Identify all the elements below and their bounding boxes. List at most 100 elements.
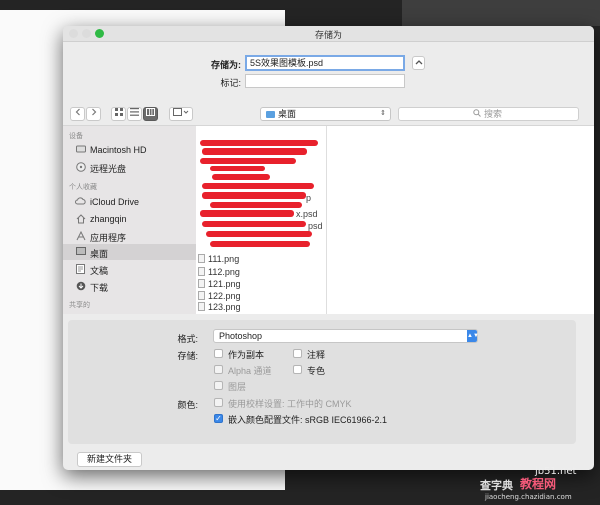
watermark-left: 查字典 <box>480 479 513 492</box>
sidebar-item-label: 应用程序 <box>90 233 127 243</box>
sidebar-item-label: 下载 <box>90 283 109 293</box>
file-icon <box>198 254 205 263</box>
notes-checkbox[interactable] <box>293 349 302 358</box>
column-view-button[interactable] <box>143 107 158 121</box>
desktop-icon <box>75 247 86 257</box>
sidebar-item-documents[interactable]: 文稿 <box>63 261 196 277</box>
redaction-mark <box>202 183 314 189</box>
file-icon <box>198 291 205 300</box>
chevron-up-icon <box>415 60 422 65</box>
sidebar-item-downloads[interactable]: 下载 <box>63 278 196 294</box>
file-item[interactable]: 111.png <box>198 254 239 266</box>
new-folder-button[interactable]: 新建文件夹 <box>77 452 142 467</box>
icon-view-icon <box>114 108 123 116</box>
sidebar-heading-devices: 设备 <box>69 133 83 140</box>
redaction-mark <box>210 166 265 171</box>
options-panel: 格式: Photoshop ▲▼ 存储: 作为副本 注释 Alpha 通道 专色… <box>68 320 576 444</box>
search-icon <box>473 109 481 120</box>
redaction-mark <box>212 174 270 180</box>
proof-setup-checkbox[interactable] <box>214 398 223 407</box>
redaction-mark <box>200 158 296 164</box>
embed-profile-checkbox[interactable]: ✓ <box>214 414 223 423</box>
save-label: 存储: <box>177 351 198 361</box>
spot-color-label: 专色 <box>307 366 326 376</box>
search-placeholder: 搜索 <box>484 109 503 119</box>
save-as-label: 存储为: <box>211 60 241 70</box>
redaction-mark <box>210 241 310 247</box>
chevron-right-icon <box>91 108 96 116</box>
layers-label: 图层 <box>228 382 247 392</box>
partial-filename[interactable]: p <box>306 193 311 205</box>
sidebar-item-label: 远程光盘 <box>90 164 127 174</box>
disc-icon <box>75 162 86 172</box>
location-label: 桌面 <box>278 109 297 119</box>
preview-column <box>327 126 594 314</box>
tags-label: 标记: <box>220 78 241 88</box>
sidebar-item-icloud-drive[interactable]: iCloud Drive <box>63 194 196 210</box>
alpha-channel-label: Alpha 通道 <box>228 366 272 376</box>
file-icon <box>198 279 205 288</box>
file-name: 123.png <box>208 302 241 312</box>
sidebar-item-label: 文稿 <box>90 266 109 276</box>
redaction-mark <box>200 210 294 217</box>
file-name: 112.png <box>208 267 240 277</box>
layers-checkbox[interactable] <box>214 381 223 390</box>
gallery-view-button[interactable] <box>169 107 193 121</box>
sidebar-heading-favorites: 个人收藏 <box>69 184 97 191</box>
format-dropdown[interactable]: Photoshop ▲▼ <box>213 329 479 343</box>
sidebar-item-desktop[interactable]: 桌面 <box>63 244 196 260</box>
filename-input[interactable]: 5S效果图模板.psd <box>245 55 405 71</box>
file-item[interactable]: 123.png <box>198 302 241 314</box>
file-name: 121.png <box>208 279 241 289</box>
sidebar-item-label: 桌面 <box>90 249 109 259</box>
redaction-mark <box>202 221 306 227</box>
file-item[interactable]: 121.png <box>198 279 241 291</box>
as-copy-checkbox[interactable] <box>214 349 223 358</box>
redaction-mark <box>206 231 312 237</box>
file-column[interactable]: p x.psd psd 111.png 112.png 121.png 122.… <box>196 126 327 314</box>
sidebar-heading-shared: 共享的 <box>69 302 90 309</box>
proof-setup-label: 使用校样设置: 工作中的 CMYK <box>228 399 352 409</box>
sidebar-item-remote-disc[interactable]: 远程光盘 <box>63 159 196 175</box>
document-icon <box>75 264 86 274</box>
tags-input[interactable] <box>245 74 405 88</box>
list-view-button[interactable] <box>127 107 142 121</box>
column-view-icon <box>146 108 155 116</box>
applications-icon <box>75 230 86 241</box>
sidebar-item-label: iCloud Drive <box>90 197 140 207</box>
spot-color-checkbox[interactable] <box>293 365 302 374</box>
redaction-mark <box>202 148 307 155</box>
watermark-right: 教程网 <box>520 477 557 491</box>
hard-drive-icon <box>75 145 86 155</box>
back-button[interactable] <box>70 107 85 121</box>
alpha-channel-checkbox[interactable] <box>214 365 223 374</box>
sidebar-item-applications[interactable]: 应用程序 <box>63 228 196 244</box>
file-name: 122.png <box>208 291 241 301</box>
sidebar-item-home[interactable]: zhangqin <box>63 211 196 227</box>
expand-button[interactable] <box>412 56 425 70</box>
embed-profile-label: 嵌入颜色配置文件: sRGB IEC61966-2.1 <box>228 415 388 425</box>
icon-view-button[interactable] <box>111 107 126 121</box>
updown-icon: ▲▼ <box>467 330 479 342</box>
sidebar-item-label: zhangqin <box>90 214 127 224</box>
home-icon <box>75 214 86 224</box>
redaction-mark <box>202 192 306 199</box>
gallery-view-icon <box>173 108 189 116</box>
notes-label: 注释 <box>307 350 326 360</box>
location-dropdown[interactable]: 桌面 ⇕ <box>260 107 391 121</box>
background-panel <box>402 0 600 26</box>
chevron-left-icon <box>75 108 80 116</box>
sidebar-item-macintosh-hd[interactable]: Macintosh HD <box>63 142 196 158</box>
forward-button[interactable] <box>86 107 101 121</box>
search-input[interactable]: 搜索 <box>398 107 579 121</box>
save-dialog: 存储为 存储为: 5S效果图模板.psd 标记: 桌面 ⇕ 搜索 设备 Maci… <box>63 26 594 470</box>
format-value: Photoshop <box>219 331 263 341</box>
updown-icon: ⇕ <box>380 110 386 117</box>
title-bar: 存储为 <box>63 26 594 42</box>
list-view-icon <box>130 108 139 116</box>
sidebar: 设备 Macintosh HD 远程光盘 个人收藏 iCloud Drive z… <box>63 126 196 314</box>
file-item[interactable]: 112.png <box>198 267 240 279</box>
file-icon <box>198 267 205 276</box>
partial-filename[interactable]: x.psd <box>296 209 318 221</box>
file-icon <box>198 302 205 311</box>
